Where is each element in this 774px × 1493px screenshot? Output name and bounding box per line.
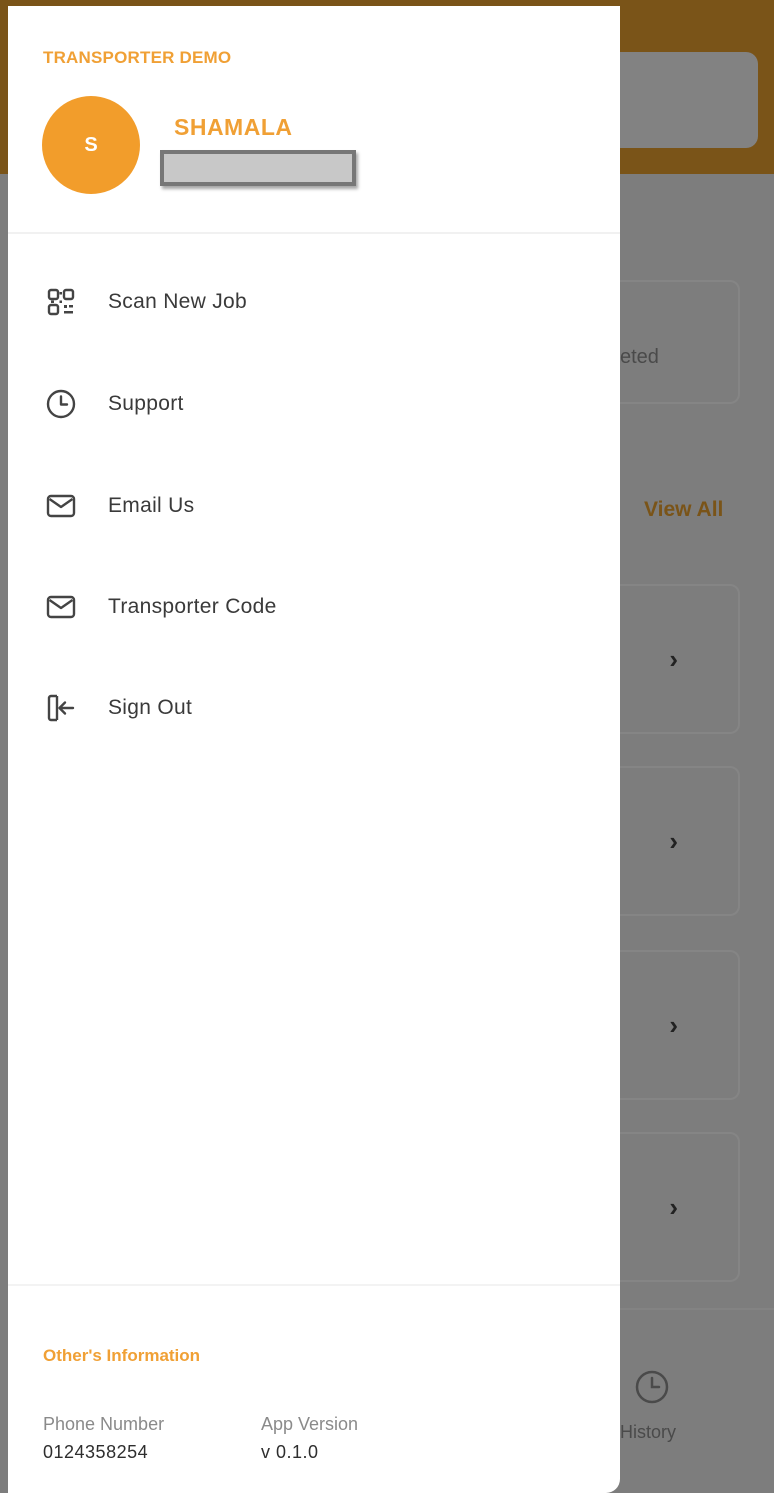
chevron-right-icon: › [669,644,678,674]
avatar-initial: S [84,133,98,156]
footer-divider [8,1284,620,1286]
chevron-right-icon: › [669,1192,678,1222]
header-divider [8,232,620,234]
app-version-label: App Version [261,1414,359,1434]
menu-item-support[interactable]: Support [8,368,620,440]
menu-item-label: Scan New Job [108,290,248,313]
mail-icon [44,489,78,523]
background-view-all-link: View All [644,498,724,521]
avatar: S [42,96,140,194]
menu-item-scan-new-job[interactable]: Scan New Job [8,266,620,338]
menu-item-label: Email Us [108,494,195,517]
chevron-right-icon: › [669,826,678,856]
history-icon [635,1370,669,1404]
redacted-user-detail [160,150,356,186]
menu-item-label: Sign Out [108,696,193,719]
phone-number-value: 0124358254 [43,1442,149,1462]
menu-item-email-us[interactable]: Email Us [8,470,620,542]
info-section-title: Other's Information [43,1346,201,1365]
phone-number-label: Phone Number [43,1414,165,1434]
menu-item-label: Support [108,392,184,415]
user-name: SHAMALA [174,114,293,140]
menu-item-sign-out[interactable]: Sign Out [8,672,620,744]
menu-item-transporter-code[interactable]: Transporter Code [8,571,620,643]
company-name: TRANSPORTER DEMO [43,48,232,67]
sign-out-icon [44,691,78,725]
chevron-right-icon: › [669,1010,678,1040]
qr-code-icon [44,285,78,319]
app-version-value: v 0.1.0 [261,1442,319,1462]
background-stat-label: eted [620,346,659,368]
clock-icon [44,387,78,421]
mail-icon [44,590,78,624]
background-history-label: History [620,1422,677,1442]
menu-item-label: Transporter Code [108,595,277,618]
navigation-drawer: TRANSPORTER DEMO S SHAMALA Scan New Job [8,6,620,1493]
